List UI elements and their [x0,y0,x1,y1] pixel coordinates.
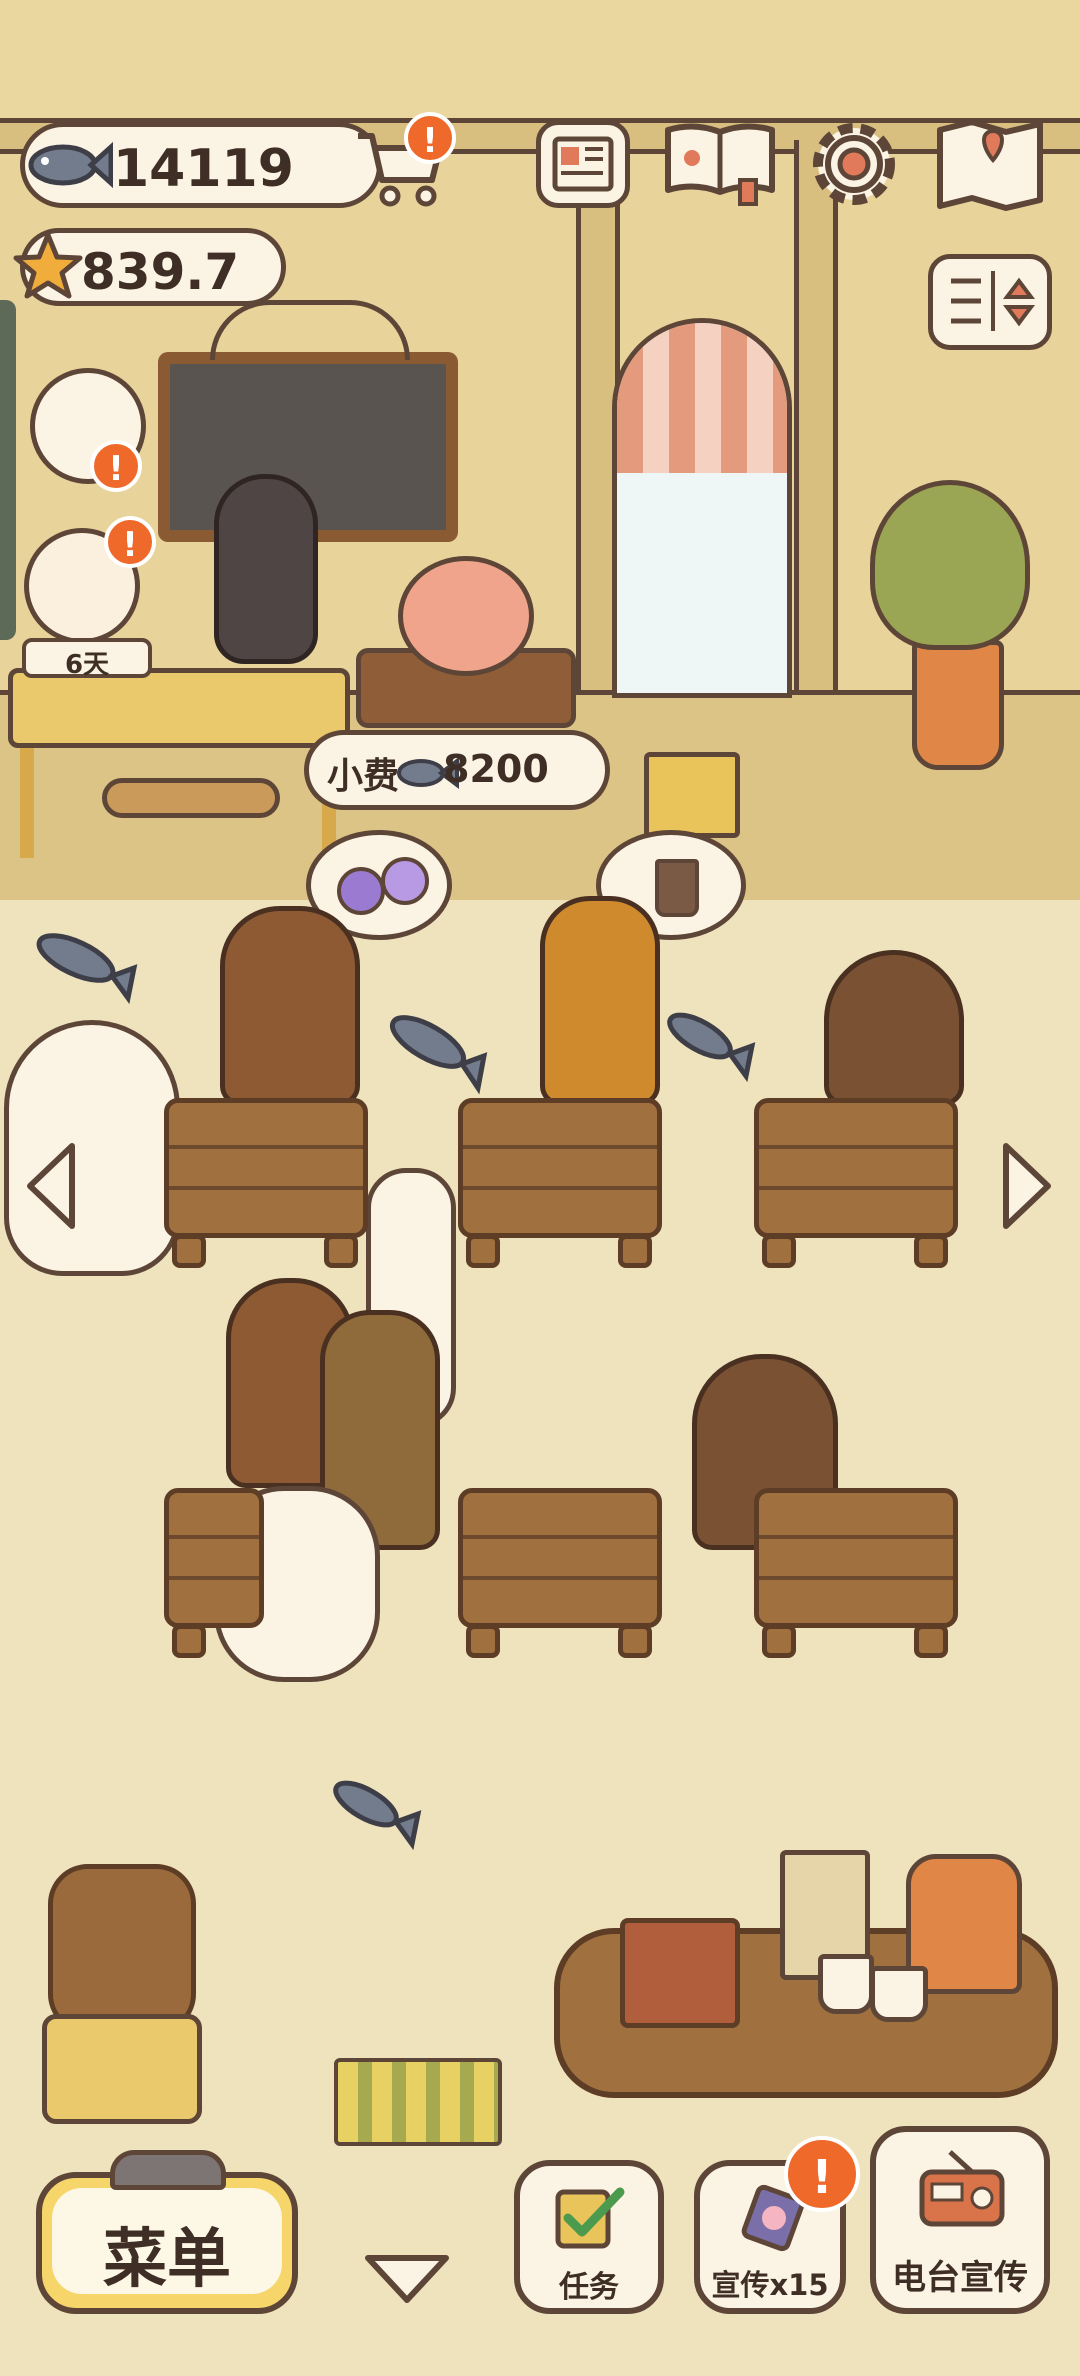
plant-leaves [870,480,1030,650]
hyena-customer [540,896,660,1106]
tip-amount: 8200 [443,747,549,791]
table-leg [762,1624,796,1658]
star-currency-pill[interactable]: 839.7 [13,228,286,306]
left-edge-tab[interactable] [0,300,16,640]
table-leg [618,1234,652,1268]
bread-loaf [102,778,280,818]
radio-promo-label: 电台宣传 [892,2258,1028,2298]
table-leg [172,1624,206,1658]
table-row1-col3[interactable] [754,1098,958,1238]
chalkboard-string [210,300,410,360]
black-cat-waiter [214,474,318,664]
tip-bubble[interactable]: 小费 8200 [304,730,610,810]
hedgehog-customer [824,950,964,1106]
tasks-label: 任务 [559,2270,619,2305]
prev-page-arrow[interactable] [22,1140,82,1232]
newspaper-icon[interactable] [536,120,630,208]
piggy-bank[interactable] [398,556,534,676]
table-leg [762,1234,796,1268]
fish-tip-pickup[interactable] [324,1764,424,1854]
radio-promo-button[interactable]: 电台宣传 [870,2126,1050,2314]
fish-currency-pill[interactable]: 14119 [20,122,382,208]
star-count: 839.7 [81,243,240,301]
menu-clip-icon [110,2150,226,2190]
alert-badge: ! [104,516,156,568]
star-icon [13,232,83,299]
ceiling [0,0,1080,120]
gear-icon[interactable] [806,116,902,212]
table-leg [466,1624,500,1658]
menu-button[interactable]: 菜单 [36,2172,298,2314]
fish-tip-pickup[interactable] [380,998,490,1098]
days-label-pill: 6天 [22,638,152,680]
coffee-cup [870,1966,928,2022]
wall-post-right [794,140,838,700]
alert-badge: ! [90,440,142,492]
table-row1-col1[interactable] [164,1098,368,1238]
menu-label: 菜单 [103,2223,231,2297]
bear-customer [220,906,360,1106]
table-leg [324,1234,358,1268]
promo-label: 宣传x15 [711,2268,829,2302]
doorway [612,318,792,698]
days-label: 6天 [64,650,110,680]
tasks-button[interactable]: 任务 [514,2160,664,2314]
coffee-grinder [620,1918,740,2028]
alert-badge: ! [784,2136,860,2212]
fish-tip-pickup[interactable] [24,918,144,1008]
collapse-chevron-down-icon[interactable] [362,2250,452,2308]
notepad-sign [644,752,740,838]
potted-plant [912,640,1004,770]
sort-arrows-icon[interactable] [928,254,1052,350]
barrel-stool [42,2014,202,2124]
table-row2-col1[interactable] [164,1488,264,1628]
table-leg [618,1624,652,1658]
map-icon[interactable] [934,116,1046,212]
table-leg [172,1234,206,1268]
table-leg [914,1624,948,1658]
checkered-curtain [617,323,787,473]
table-leg [466,1234,500,1268]
fish-icon [28,141,113,189]
table-row2-col3[interactable] [754,1488,958,1628]
coffee-cup [818,1954,874,2014]
table-row2-col2[interactable] [458,1488,662,1628]
radio-icon [919,2150,1005,2227]
table-row1-col2[interactable] [458,1098,662,1238]
checklist-icon [555,2187,625,2249]
table-leg [914,1234,948,1268]
fish-tip-pickup[interactable] [658,996,758,1086]
fish-count: 14119 [113,139,294,199]
tip-label: 小费 [327,756,400,797]
alert-badge: ! [404,112,456,164]
next-page-arrow[interactable] [996,1140,1056,1232]
wine-barrel [48,1864,196,2034]
paw-book-icon[interactable] [660,116,780,206]
striped-rug [334,2058,502,2146]
